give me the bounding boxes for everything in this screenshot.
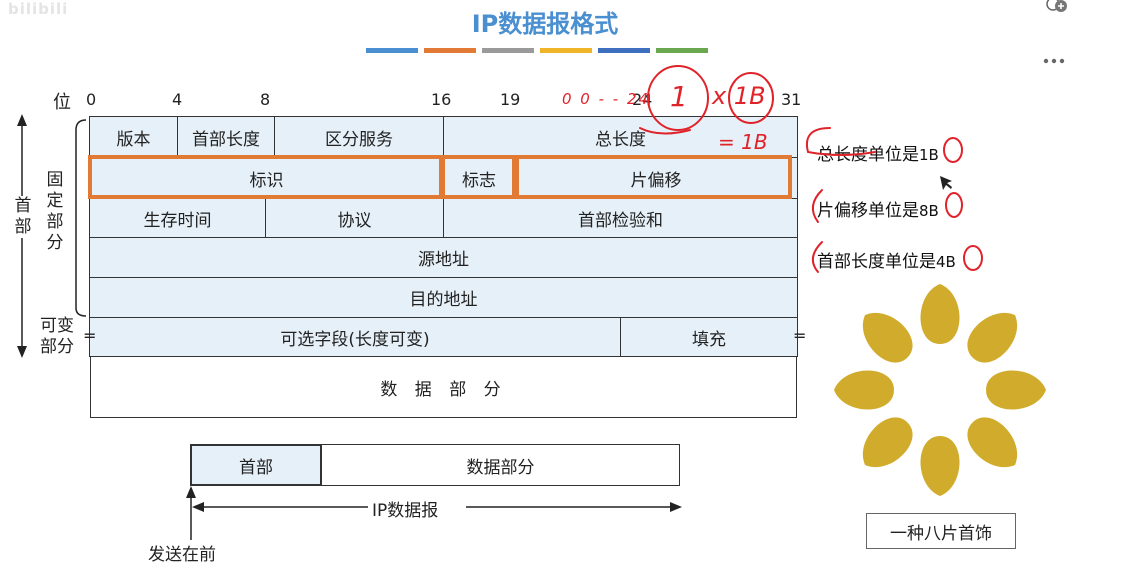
petal [967,313,1017,363]
petal [863,417,913,467]
petal [863,313,913,363]
petal [834,370,894,410]
petal [967,417,1017,467]
petal [920,284,960,344]
flower-ornament [834,284,1046,496]
petal [920,436,960,496]
flower-caption: 一种八片首饰 [866,513,1016,549]
petal [986,370,1046,410]
